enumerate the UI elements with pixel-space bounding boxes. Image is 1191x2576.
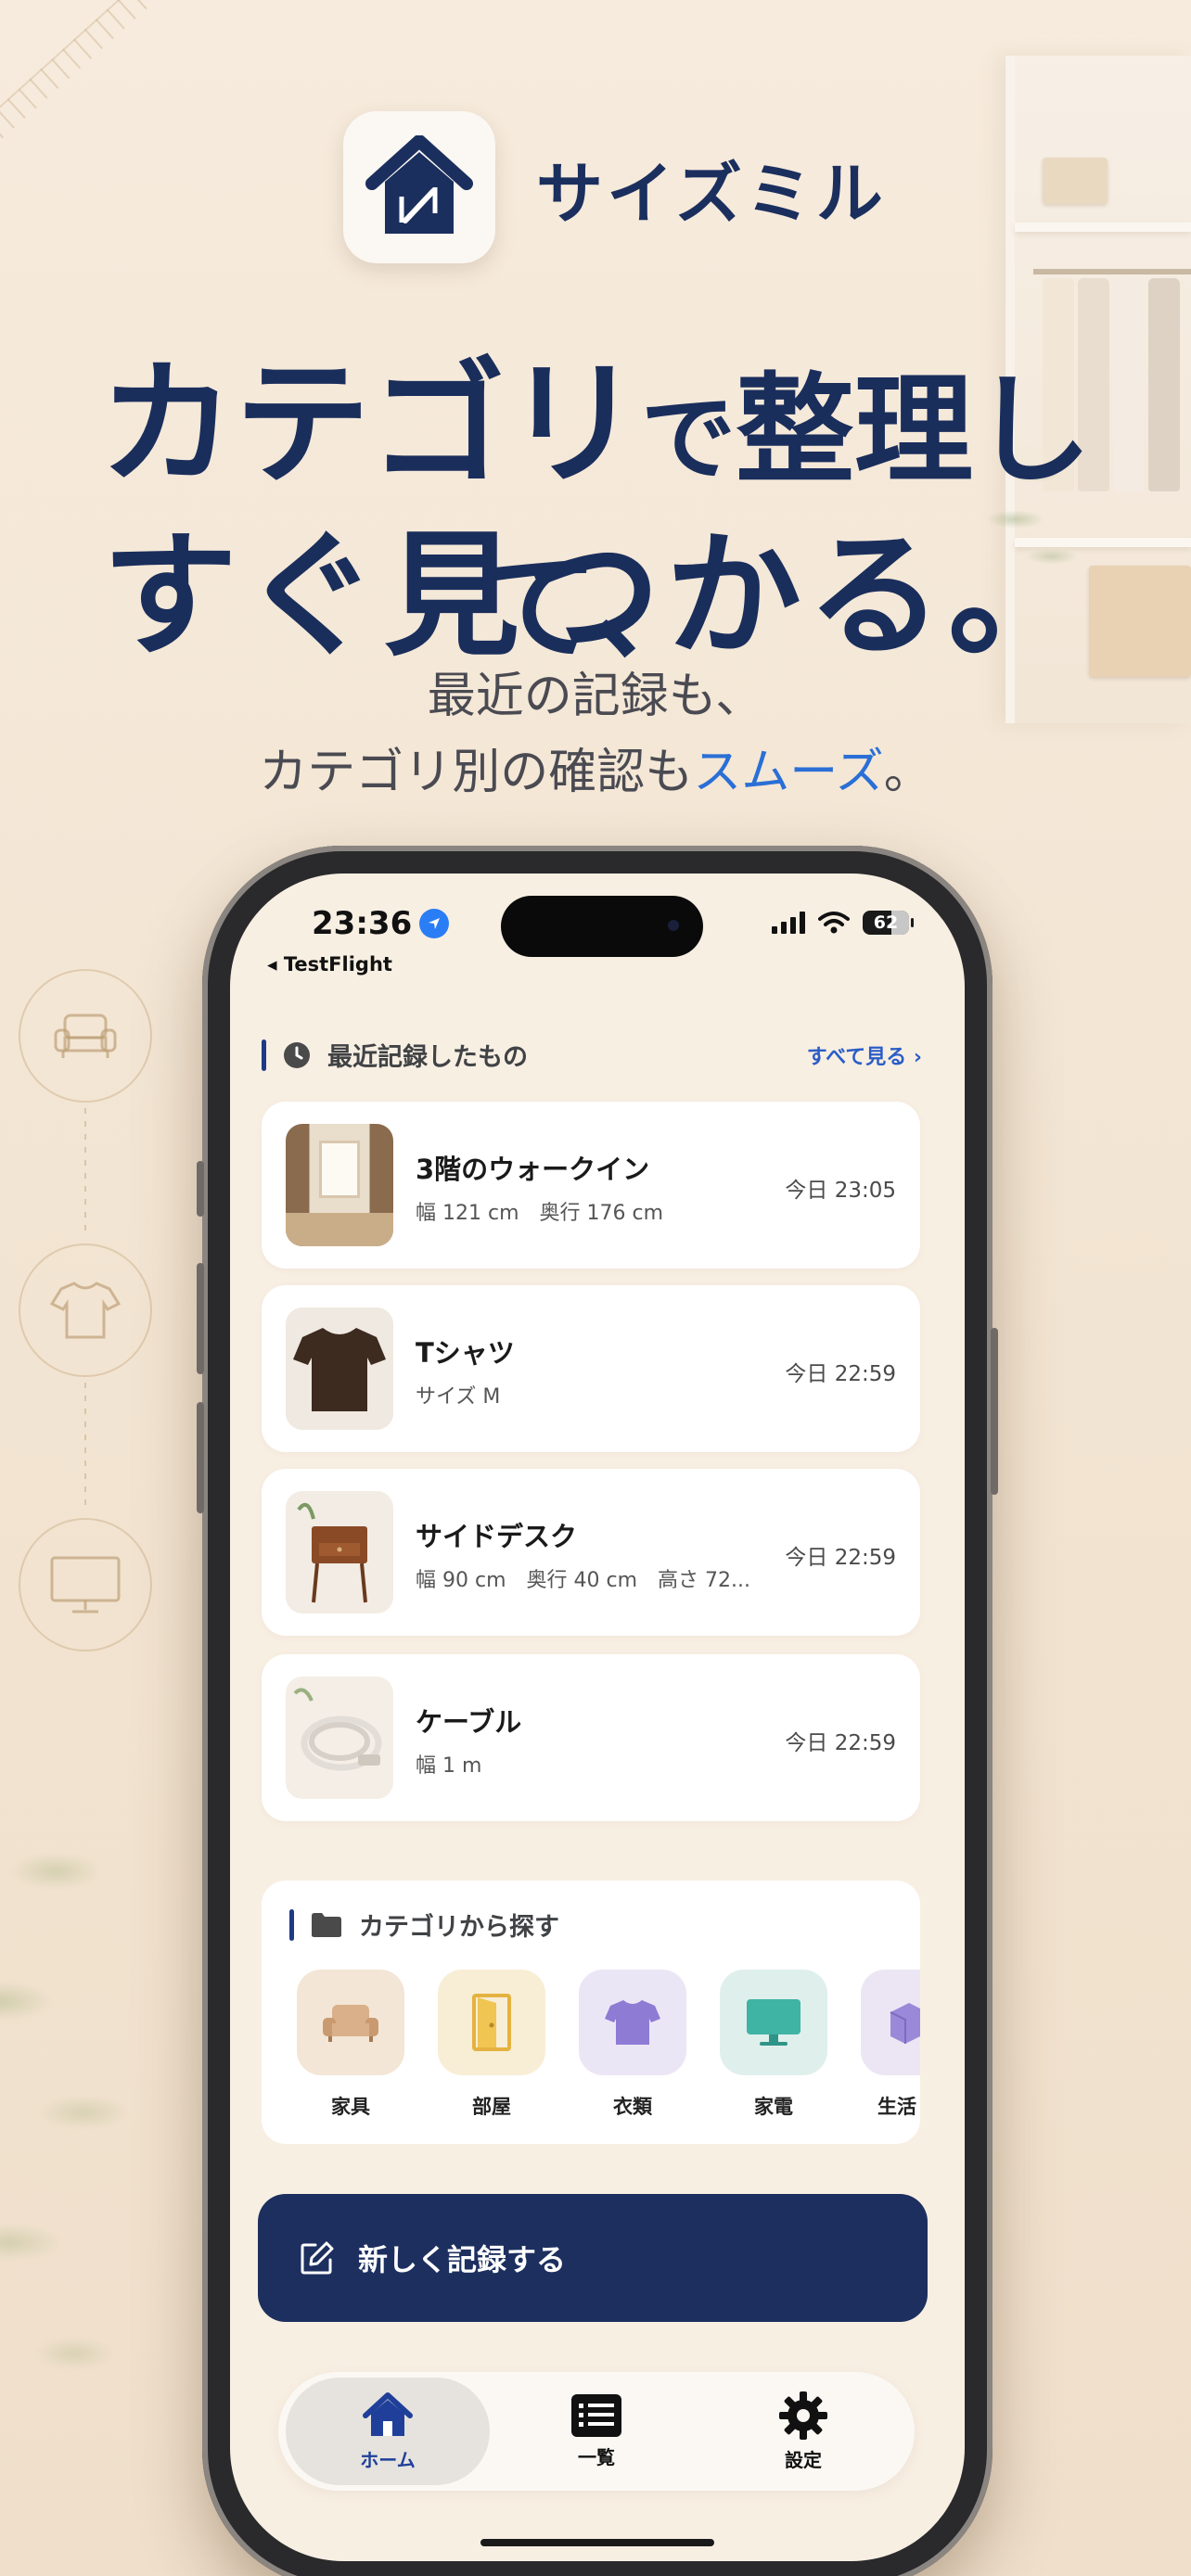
recent-item-title: Tシャツ [416,1337,515,1369]
door-icon [438,1970,545,2075]
section-accent-bar [262,1039,266,1071]
monitor-icon [720,1970,827,2075]
tab-list[interactable]: 一覧 [494,2372,698,2491]
recent-item-time: 今日 23:05 [785,1179,896,1203]
sofa-outline-icon [19,969,152,1103]
location-arrow-icon [419,909,450,938]
tab-bar: ホーム 一覧 設定 [278,2372,915,2491]
recent-section-header: 最近記録したもの [262,1037,528,1073]
recent-item-card[interactable]: Tシャツ サイズ M 今日 22:59 [262,1285,920,1452]
headline-line-2: すぐ見つかる。 [102,517,1089,675]
subtext-line-1: 最近の記録も、 [427,669,764,724]
shirt-icon [579,1970,686,2075]
recent-item-measurements: 幅 121 cm 奥行 176 cm [416,1202,664,1225]
category-electronics[interactable]: 家電 [720,1970,827,2120]
category-label: 家具 [331,2096,370,2118]
recent-item-card[interactable]: ケーブル 幅 1 m 今日 22:59 [262,1654,920,1821]
tab-home[interactable]: ホーム [286,2378,490,2485]
tab-settings[interactable]: 設定 [701,2372,905,2491]
brand-name: サイズミル [536,154,887,233]
sofa-icon [297,1970,404,2075]
recent-item-title: サイドデスク [416,1521,578,1552]
category-label: 衣類 [613,2096,652,2118]
home-indicator [480,2539,714,2546]
see-all-link[interactable]: すべて見る › [807,1040,922,1070]
clock-icon [284,1041,310,1068]
cable-thumbnail [286,1677,393,1799]
subtext-line-2: カテゴリ別の確認もスムーズ。 [259,745,932,800]
folder-icon [312,1912,341,1937]
gear-icon [779,2391,827,2440]
edit-icon [301,2241,334,2275]
box-icon [861,1970,920,2075]
monitor-outline-icon [19,1518,152,1651]
home-icon [363,2391,413,2436]
category-daily-life[interactable]: 生活 [861,1970,920,2120]
shirt-outline-icon [19,1243,152,1377]
category-label: 生活 [877,2096,916,2118]
plant-decoration-left [0,1760,186,2446]
recent-item-measurements: 幅 90 cm 奥行 40 cm 高さ 72... [416,1569,750,1592]
ruler-decoration [0,0,270,159]
category-room[interactable]: 部屋 [438,1970,545,2120]
phone-frame: 23:36 ◂ TestFlight 62 最近記録したもの すべて見る › 3… [197,846,998,2576]
recent-item-time: 今日 22:59 [785,1731,896,1755]
wifi-icon [818,912,850,934]
category-panel: カテゴリから探す 家具 部屋 衣類 家電 生活 [262,1881,920,2144]
recent-item-time: 今日 22:59 [785,1362,896,1386]
category-section-header: カテゴリから探す [289,1906,559,1943]
category-section-title: カテゴリから探す [359,1913,559,1942]
list-icon [571,2393,621,2437]
cellular-signal-icon [772,912,805,934]
closet-thumbnail [286,1124,393,1246]
side-desk-thumbnail [286,1491,393,1613]
dynamic-island [501,896,703,957]
recent-item-time: 今日 22:59 [785,1546,896,1570]
recent-item-card[interactable]: サイドデスク 幅 90 cm 奥行 40 cm 高さ 72... 今日 22:5… [262,1469,920,1636]
battery-indicator: 62 [863,911,914,935]
app-logo-icon [343,111,495,263]
category-clothing[interactable]: 衣類 [579,1970,686,2120]
category-label: 家電 [754,2096,793,2118]
category-furniture[interactable]: 家具 [297,1970,404,2120]
recent-section-title: 最近記録したもの [327,1043,528,1072]
section-accent-bar [289,1908,294,1941]
new-record-label: 新しく記録する [358,2242,567,2277]
recent-item-measurements: 幅 1 m [416,1754,482,1778]
new-record-button[interactable]: 新しく記録する [258,2194,928,2322]
recent-item-title: ケーブル [416,1706,522,1738]
app-screen: 23:36 ◂ TestFlight 62 最近記録したもの すべて見る › 3… [230,874,965,2561]
category-label: 部屋 [472,2096,511,2118]
recent-item-measurements: サイズ M [416,1385,501,1409]
recent-item-card[interactable]: 3階のウォークイン 幅 121 cm 奥行 176 cm 今日 23:05 [262,1102,920,1269]
status-icons: 62 [772,911,914,935]
tshirt-thumbnail [286,1307,393,1430]
brand-header: サイズミル [343,111,887,263]
back-to-testflight-link[interactable]: ◂ TestFlight [267,953,392,976]
status-time: 23:36 [312,905,450,942]
recent-item-title: 3階のウォークイン [416,1154,650,1185]
